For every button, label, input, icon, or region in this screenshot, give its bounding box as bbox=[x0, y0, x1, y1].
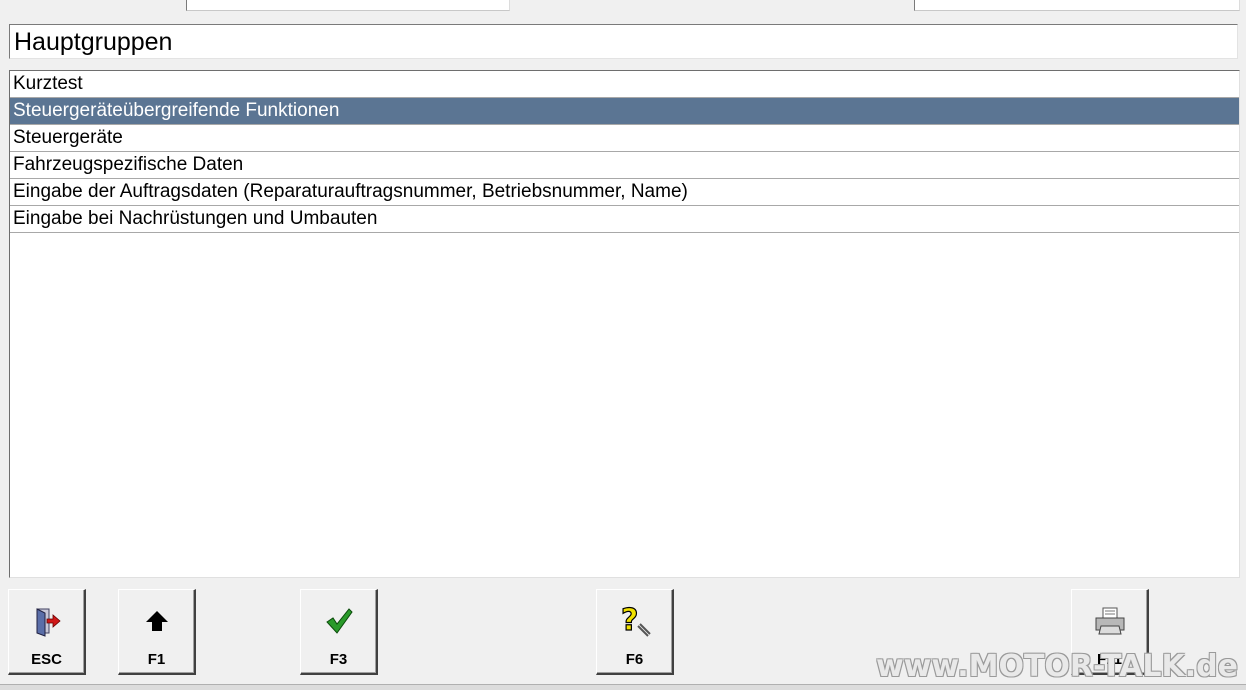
esc-button-label: ESC bbox=[31, 651, 62, 668]
list-item-auftragsdaten[interactable]: Eingabe der Auftragsdaten (Reparaturauft… bbox=[10, 179, 1239, 206]
svg-text:?: ? bbox=[621, 604, 638, 638]
watermark: www.MOTOR-TALK.de bbox=[875, 649, 1238, 684]
list-item-nachruestungen[interactable]: Eingabe bei Nachrüstungen und Umbauten bbox=[10, 206, 1239, 233]
page-title: Hauptgruppen bbox=[14, 28, 173, 56]
arrow-up-icon bbox=[119, 604, 194, 638]
top-field-left bbox=[186, 0, 510, 11]
top-field-right bbox=[914, 0, 1240, 11]
f1-button[interactable]: F1 bbox=[118, 589, 196, 675]
checkmark-icon bbox=[301, 604, 376, 638]
list-item-fahrzeugspezifische-daten[interactable]: Fahrzeugspezifische Daten bbox=[10, 152, 1239, 179]
f1-button-label: F1 bbox=[147, 651, 166, 668]
f3-button-label: F3 bbox=[329, 651, 348, 668]
esc-button[interactable]: ESC bbox=[8, 589, 86, 675]
printer-icon bbox=[1072, 604, 1147, 638]
list-item-kurztest[interactable]: Kurztest bbox=[10, 71, 1239, 98]
top-info-strip bbox=[0, 0, 1246, 12]
section-title-box: Hauptgruppen bbox=[9, 24, 1238, 59]
f6-button-label: F6 bbox=[625, 651, 644, 668]
f3-button[interactable]: F3 bbox=[300, 589, 378, 675]
f6-button[interactable]: ? F6 bbox=[596, 589, 674, 675]
main-group-list[interactable]: Kurztest Steuergeräteübergreifende Funkt… bbox=[9, 70, 1240, 578]
bottom-status-line bbox=[0, 684, 1246, 690]
help-question-icon: ? bbox=[597, 604, 672, 638]
list-item-steuergeraete[interactable]: Steuergeräte bbox=[10, 125, 1239, 152]
exit-door-icon bbox=[9, 604, 84, 638]
list-item-steuergeraeteuebergreifende-funktionen[interactable]: Steuergeräteübergreifende Funktionen bbox=[10, 98, 1239, 125]
